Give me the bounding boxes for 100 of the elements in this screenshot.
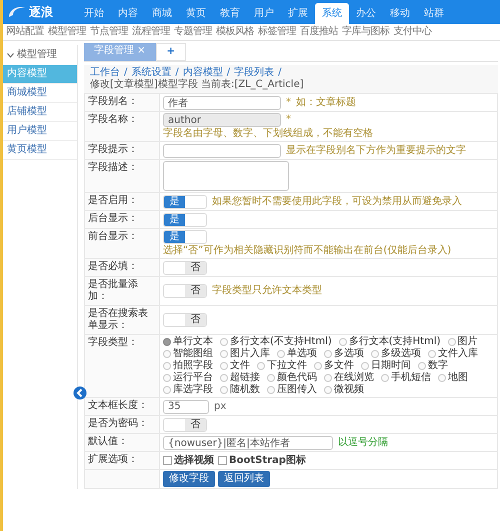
radio-option[interactable]: 超链接 xyxy=(220,372,260,384)
sidebar-item[interactable]: 黄页模型 xyxy=(3,141,77,160)
breadcrumb-separator: / xyxy=(226,67,230,78)
hint-text: 如：文章标题 xyxy=(296,96,356,108)
toggle-switch[interactable]: 否 xyxy=(163,313,207,327)
toggle-switch[interactable]: 否 xyxy=(163,418,207,432)
text-field[interactable]: 作者 xyxy=(163,96,281,110)
sidebar-heading[interactable]: 模型管理 xyxy=(3,45,77,65)
radio-option[interactable]: 颜色代码 xyxy=(267,372,317,384)
radio-option[interactable]: 日期时间 xyxy=(361,360,411,372)
hint-text: 以逗号分隔 xyxy=(338,436,388,448)
hint-text: 字段类型只允许文本类型 xyxy=(212,285,322,297)
form-button[interactable]: 返回列表 xyxy=(218,471,270,487)
radio-option[interactable]: 在线浏览 xyxy=(324,372,374,384)
radio-option[interactable]: 数字 xyxy=(418,360,448,372)
subnav-link[interactable]: 模型管理 xyxy=(48,26,86,38)
nav-tab[interactable]: 商城 xyxy=(145,3,179,24)
field-label: 字段别名： xyxy=(85,94,160,111)
field-label: 字段提示： xyxy=(85,142,160,159)
subnav-link[interactable]: 支付中心 xyxy=(394,26,432,38)
radio-option[interactable]: 多选项 xyxy=(324,348,364,360)
radio-option[interactable]: 智能图组 xyxy=(163,348,213,360)
unit-text: px xyxy=(214,400,226,412)
field-label: 字段名称： xyxy=(85,112,160,141)
field-label: 文本框长度： xyxy=(85,398,160,415)
radio-option[interactable]: 单行文本 xyxy=(163,336,213,348)
number-field[interactable]: 35 xyxy=(163,400,209,414)
toggle-switch[interactable]: 否 xyxy=(163,260,207,274)
required-mark: * xyxy=(286,114,291,126)
radio-option[interactable]: 多文件 xyxy=(314,360,354,372)
sidebar-item[interactable]: 商城模型 xyxy=(3,84,77,103)
text-field[interactable] xyxy=(163,144,281,158)
radio-option[interactable]: 多行文本(不支持Html) xyxy=(220,336,332,348)
field-label: 前台显示： xyxy=(85,229,160,258)
text-field[interactable]: {nowuser}|匿名|本站作者 xyxy=(163,436,333,450)
nav-tab[interactable]: 系统 xyxy=(315,3,349,24)
breadcrumb-separator: / xyxy=(278,67,282,79)
hint-text: 显示在字段别名下方作为重要提示的文字 xyxy=(286,144,466,156)
radio-option[interactable]: 库选字段 xyxy=(163,384,213,396)
nav-tab[interactable]: 站群 xyxy=(417,3,451,24)
subnav-link[interactable]: 百度推站 xyxy=(300,26,338,38)
swoosh-icon xyxy=(7,5,27,19)
radio-option[interactable]: 图片入库 xyxy=(220,348,270,360)
nav-tab[interactable]: 扩展 xyxy=(281,3,315,24)
radio-option[interactable]: 文件 xyxy=(220,360,250,372)
subnav-link[interactable]: 流程管理 xyxy=(132,26,170,38)
toggle-switch[interactable]: 是 xyxy=(163,230,207,244)
toggle-switch[interactable]: 是 xyxy=(163,194,207,208)
field-label: 是否启用： xyxy=(85,193,160,210)
nav-tab[interactable]: 移动 xyxy=(383,3,417,24)
nav-tab[interactable]: 开始 xyxy=(77,3,111,24)
checkbox-option[interactable]: 选择视频 xyxy=(163,454,214,466)
nav-tab[interactable]: 黄页 xyxy=(179,3,213,24)
breadcrumb-link[interactable]: 系统设置 xyxy=(131,67,172,79)
nav-tab[interactable]: 办公 xyxy=(349,3,383,24)
breadcrumb-separator: / xyxy=(124,67,128,78)
hint-text: 如果您暂时不需要使用此字段，可设为禁用从而避免录入 xyxy=(212,196,462,208)
text-area[interactable] xyxy=(163,161,289,191)
field-label: 默认值： xyxy=(85,434,160,451)
subnav-link[interactable]: 专题管理 xyxy=(174,26,212,38)
nav-tab[interactable]: 内容 xyxy=(111,3,145,24)
radio-option[interactable]: 随机数 xyxy=(220,384,260,396)
subnav-link[interactable]: 标签管理 xyxy=(258,26,296,38)
sidebar-item[interactable]: 用户模型 xyxy=(3,122,77,141)
hint-text: 字段名由字母、数字、下划线组成，不能有空格 xyxy=(163,128,373,140)
radio-option[interactable]: 下拉文件 xyxy=(257,360,307,372)
radio-option[interactable]: 单选项 xyxy=(277,348,317,360)
radio-option[interactable]: 拍照字段 xyxy=(163,360,213,372)
field-label: 是否批量添加： xyxy=(85,277,160,305)
radio-option[interactable]: 多级选项 xyxy=(371,348,421,360)
radio-option[interactable]: 地图 xyxy=(438,372,468,384)
radio-option[interactable]: 手机短信 xyxy=(381,372,431,384)
breadcrumb-link[interactable]: 内容模型 xyxy=(182,67,223,79)
subnav-link[interactable]: 网站配置 xyxy=(6,26,44,38)
breadcrumb-separator: / xyxy=(175,67,179,78)
add-tab-button[interactable]: + xyxy=(156,43,186,61)
nav-tab[interactable]: 教育 xyxy=(213,3,247,24)
required-mark: * xyxy=(286,96,291,108)
breadcrumb-link[interactable]: 字段列表 xyxy=(234,67,274,79)
checkbox-option[interactable]: BootStrap图标 xyxy=(218,454,306,466)
field-label: 是否为密码： xyxy=(85,416,160,433)
toggle-switch[interactable]: 否 xyxy=(163,284,207,298)
radio-option[interactable]: 文件入库 xyxy=(428,348,478,360)
field-label: 后台显示： xyxy=(85,211,160,228)
radio-option[interactable]: 多行文本(支持Html) xyxy=(338,336,441,348)
radio-option[interactable]: 微视频 xyxy=(324,384,364,396)
radio-option[interactable]: 图片 xyxy=(448,336,478,348)
breadcrumb-link[interactable]: 工作台 xyxy=(90,67,120,79)
field-label: 字段描述： xyxy=(85,160,160,192)
radio-option[interactable]: 运行平台 xyxy=(163,372,213,384)
subnav-link[interactable]: 字库与图标 xyxy=(342,26,390,38)
breadcrumb-current: 修改[文章模型]模型字段 当前表:[ZL_C_Article] xyxy=(90,79,304,91)
sidebar-item[interactable]: 店铺模型 xyxy=(3,103,77,122)
subnav-link[interactable]: 模板风格 xyxy=(216,26,254,38)
nav-tab[interactable]: 用户 xyxy=(247,3,281,24)
radio-option[interactable]: 压图传入 xyxy=(267,384,317,396)
field-label: 字段类型： xyxy=(85,335,160,397)
form-button[interactable]: 修改字段 xyxy=(163,471,215,487)
subnav-link[interactable]: 节点管理 xyxy=(90,26,128,38)
toggle-switch[interactable]: 是 xyxy=(163,212,207,226)
